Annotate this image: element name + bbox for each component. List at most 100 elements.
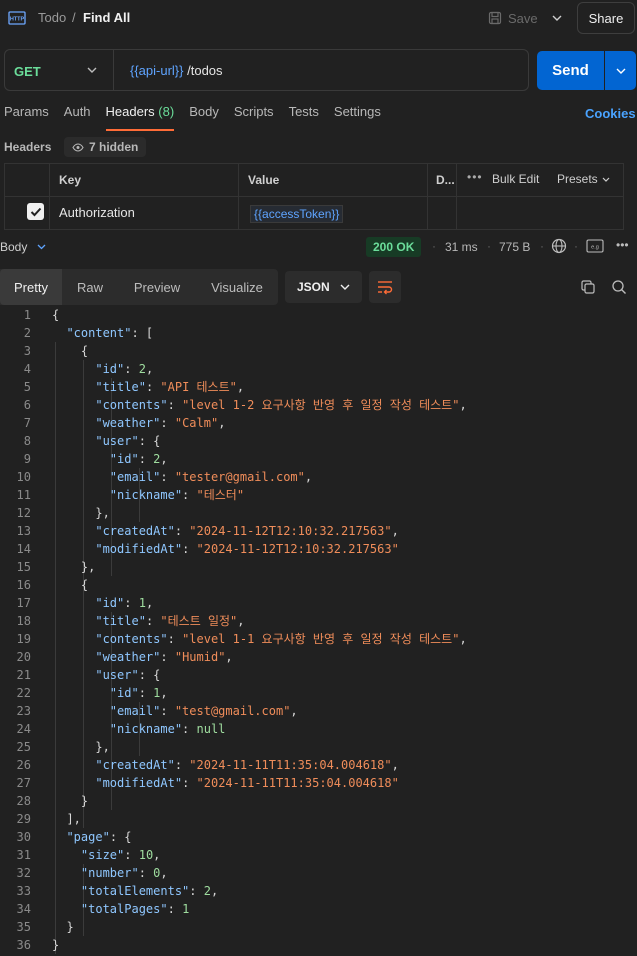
json-string: "level 1-1 요구사항 반영 후 일정 작성 테스트" <box>182 632 460 646</box>
globe-icon[interactable] <box>551 238 567 254</box>
json-string: "API 테스트" <box>160 380 237 394</box>
header-value-cell[interactable]: {{accessToken}} <box>250 205 344 223</box>
json-punctuation <box>52 632 95 646</box>
json-punctuation: : <box>138 452 154 466</box>
response-size[interactable]: 775 B <box>499 240 530 254</box>
view-tab-preview[interactable]: Preview <box>118 269 196 305</box>
cookies-link[interactable]: Cookies <box>585 106 636 121</box>
json-number: 10 <box>138 848 154 862</box>
header-key-cell[interactable]: Authorization <box>59 205 135 220</box>
hidden-headers-toggle[interactable]: 7 hidden <box>64 137 147 157</box>
json-key: "modifiedAt" <box>95 542 183 556</box>
json-punctuation: : <box>182 542 197 556</box>
http-request-icon: HTTP <box>8 9 26 27</box>
json-punctuation: } <box>52 920 74 934</box>
code-line: 6 "contents": "level 1-2 요구사항 반영 후 일정 작성… <box>0 396 637 414</box>
request-title[interactable]: Find All <box>83 10 130 25</box>
method-select[interactable]: GET <box>14 64 41 79</box>
line-number: 24 <box>16 722 31 736</box>
code-line: 17 "id": 1, <box>0 594 637 612</box>
json-punctuation: , <box>153 848 161 862</box>
json-key: "email" <box>109 470 161 484</box>
format-select[interactable]: JSON <box>285 271 362 303</box>
code-text: "title": "API 테스트", <box>52 378 244 396</box>
presets-dropdown[interactable]: Presets <box>557 172 610 186</box>
json-string: "Humid" <box>174 650 226 664</box>
code-text: "id": 2, <box>52 450 168 468</box>
column-header-description: D... <box>436 173 455 187</box>
view-tab-pretty[interactable]: Pretty <box>0 269 62 305</box>
json-punctuation: , <box>145 596 154 610</box>
response-time[interactable]: 31 ms <box>445 240 478 254</box>
tab-settings[interactable]: Settings <box>334 104 381 129</box>
json-punctuation: , <box>225 650 233 664</box>
code-line: 15 }, <box>0 558 637 576</box>
json-punctuation: , <box>218 416 226 430</box>
tab-headers-label: Headers <box>105 104 155 119</box>
url-input[interactable]: {{api-url}} /todos <box>130 63 223 78</box>
json-number: 1 <box>138 596 146 610</box>
table-divider <box>4 196 624 197</box>
json-punctuation <box>52 668 95 682</box>
share-button[interactable]: Share <box>577 2 635 34</box>
code-line: 26 "createdAt": "2024-11-11T11:35:04.004… <box>0 756 637 774</box>
tab-params[interactable]: Params <box>4 104 49 129</box>
tab-auth[interactable]: Auth <box>64 104 91 129</box>
code-text: "contents": "level 1-2 요구사항 반영 후 일정 작성 테… <box>52 396 466 414</box>
json-string: "테스터" <box>196 488 245 502</box>
view-tab-raw[interactable]: Raw <box>62 269 118 305</box>
save-example-icon[interactable]: e.g <box>586 239 604 253</box>
json-punctuation: : <box>145 614 161 628</box>
json-key: "size" <box>80 848 125 862</box>
search-icon[interactable] <box>611 279 627 295</box>
more-options-icon[interactable]: ••• <box>616 238 629 252</box>
line-number: 4 <box>23 362 31 376</box>
json-punctuation: , <box>160 452 168 466</box>
request-tabs: Params Auth Headers (8) Body Scripts Tes… <box>4 104 396 131</box>
header-enabled-checkbox[interactable] <box>27 203 44 220</box>
json-punctuation: : <box>174 524 190 538</box>
breadcrumb-collection[interactable]: Todo <box>38 10 66 25</box>
code-line: 10 "email": "tester@gmail.com", <box>0 468 637 486</box>
code-text: "createdAt": "2024-11-11T11:35:04.004618… <box>52 756 398 774</box>
json-punctuation <box>52 758 95 772</box>
wrap-lines-icon <box>376 279 394 295</box>
json-punctuation: }, <box>52 560 96 574</box>
line-number: 16 <box>16 578 31 592</box>
copy-icon[interactable] <box>580 279 596 295</box>
method-dropdown[interactable] <box>84 61 100 79</box>
tab-body[interactable]: Body <box>189 104 219 129</box>
save-dropdown-button[interactable] <box>545 6 569 30</box>
view-tab-visualize[interactable]: Visualize <box>196 269 278 305</box>
tab-scripts[interactable]: Scripts <box>234 104 274 129</box>
save-button[interactable]: Save <box>484 6 542 30</box>
json-punctuation: : <box>182 488 197 502</box>
json-punctuation <box>52 380 95 394</box>
json-punctuation <box>52 650 95 664</box>
tab-headers[interactable]: Headers (8) <box>105 104 174 131</box>
json-punctuation <box>52 434 95 448</box>
response-body-code[interactable]: 1{2 "content": [3 {4 "id": 2, 5 "title": … <box>0 305 637 956</box>
code-text: "totalPages": 1 <box>52 900 189 918</box>
json-punctuation: { <box>52 344 89 358</box>
code-line: 19 "contents": "level 1-1 요구사항 반영 후 일정 작… <box>0 630 637 648</box>
json-punctuation: : <box>160 704 175 718</box>
wrap-lines-button[interactable] <box>369 271 401 303</box>
more-options-icon[interactable]: ••• <box>467 170 483 184</box>
status-badge[interactable]: 200 OK <box>366 237 422 257</box>
response-body-dropdown[interactable]: Body <box>0 240 46 254</box>
send-dropdown-button[interactable] <box>605 51 636 90</box>
json-string: "2024-11-12T12:10:32.217563" <box>196 542 399 556</box>
json-punctuation: : <box>160 416 175 430</box>
tab-tests[interactable]: Tests <box>289 104 319 129</box>
code-text: } <box>52 792 88 810</box>
code-text: }, <box>52 738 109 756</box>
json-key: "user" <box>95 668 139 682</box>
send-button[interactable]: Send <box>537 51 604 90</box>
bulk-edit-button[interactable]: Bulk Edit <box>492 172 539 186</box>
json-punctuation <box>52 686 110 700</box>
json-key: "title" <box>95 380 146 394</box>
json-punctuation <box>52 866 81 880</box>
line-number: 10 <box>16 470 31 484</box>
column-divider <box>456 164 457 230</box>
